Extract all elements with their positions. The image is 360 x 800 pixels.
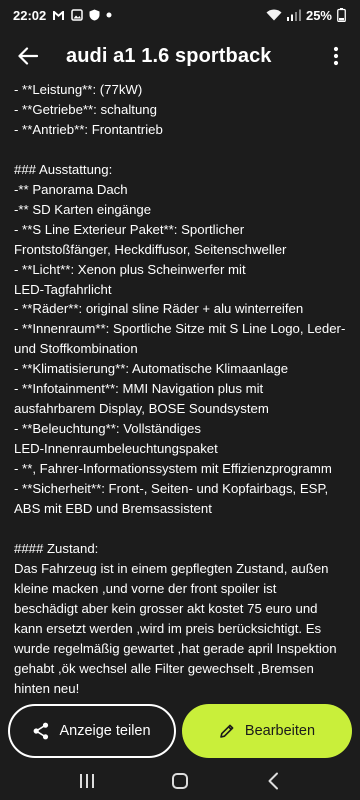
- home-button[interactable]: [160, 766, 200, 796]
- image-icon: [71, 9, 83, 21]
- description-line: - **Sicherheit**: Front-, Seiten- und Ko…: [14, 481, 329, 497]
- system-nav-bar: [0, 762, 360, 800]
- description-line: -** SD Karten eingänge: [14, 201, 152, 217]
- edit-button-label: Bearbeiten: [244, 723, 316, 739]
- more-options-button[interactable]: [324, 44, 348, 68]
- gmail-icon: [52, 10, 65, 21]
- description-line: wurde regelmäßig gewartet ,hat gerade ap…: [14, 640, 337, 656]
- description-line: ### Ausstattung:: [14, 161, 113, 177]
- wifi-icon: [266, 9, 282, 21]
- share-listing-button[interactable]: Anzeige teilen: [8, 704, 176, 758]
- status-left: 22:02: [13, 8, 112, 23]
- recents-button[interactable]: [67, 766, 107, 796]
- description-line: - **Licht**: Xenon plus Scheinwerfer mit: [14, 261, 246, 277]
- status-bar: 22:02 25%: [0, 0, 360, 30]
- arrow-left-icon: [18, 47, 38, 65]
- description-content: - **Leistung**: (77kW) - **Getriebe**: sc…: [0, 80, 360, 700]
- description-line: hinten neu!: [14, 680, 80, 696]
- description-line: ABS mit EBD und Bremsassistent: [14, 501, 212, 516]
- description-line: kleine macken ,und vorne der front spoil…: [14, 580, 277, 596]
- description-line: Das Fahrzeug ist in einem gepflegten Zus…: [14, 560, 329, 576]
- description-line: #### Zustand:: [14, 540, 99, 556]
- description-line: - **S Line Exterieur Paket**: Sportliche…: [14, 221, 245, 237]
- description-line: - **Infotainment**: MMI Navigation plus …: [14, 381, 264, 397]
- description-line: kann ersetzt werden ,wird im preis berüc…: [14, 620, 322, 636]
- battery-icon: [337, 8, 346, 22]
- description-line: - **Innenraum**: Sportliche Sitze mit S …: [14, 321, 346, 337]
- shield-icon: [89, 9, 100, 21]
- description-line: Frontstoßfänger, Heckdiffusor, Seitensch…: [14, 241, 287, 257]
- description-line: und Stoffkombination: [14, 341, 138, 357]
- description-line: - **, Fahrer-Informationssystem mit Effi…: [14, 461, 332, 477]
- description-line: beschädigt aber kein grosser akt kostet …: [14, 600, 318, 616]
- edit-button[interactable]: Bearbeiten: [182, 704, 352, 758]
- back-icon: [268, 772, 279, 790]
- description-line: - **Getriebe**: schaltung: [14, 101, 157, 117]
- signal-icon: [286, 9, 301, 21]
- share-button-label: Anzeige teilen: [59, 723, 151, 739]
- back-button[interactable]: [16, 44, 40, 68]
- more-vertical-icon: [333, 46, 339, 66]
- description-line: - **Beleuchtung**: Vollständiges: [14, 421, 201, 437]
- share-icon: [34, 722, 49, 740]
- description-line: LED-Innenraumbeleuchtungspaket: [14, 441, 218, 457]
- description-line: - **Antrieb**: Frontantrieb: [14, 121, 163, 137]
- status-time: 22:02: [13, 7, 47, 23]
- recents-icon: [79, 774, 94, 788]
- app-header: audi a1 1.6 sportback: [0, 30, 360, 82]
- description-line: - **Klimatisierung**: Automatische Klima…: [14, 361, 289, 377]
- dot-icon: [106, 12, 112, 18]
- description-line: LED-Tagfahrlicht: [14, 281, 112, 297]
- description-line: ausfahrbarem Display, BOSE Soundsystem: [14, 401, 269, 417]
- home-icon: [171, 773, 188, 789]
- action-bar: Anzeige teilen Bearbeiten: [0, 700, 360, 762]
- screen: 22:02 25% audi a1 1.6 sportback - **Leis…: [0, 0, 360, 800]
- description-line: - **Leistung**: (77kW): [14, 82, 143, 97]
- description-line: -** Panorama Dach: [14, 181, 128, 197]
- description-line: - **Räder**: original sline Räder + alu …: [14, 301, 304, 317]
- status-right: 25%: [266, 8, 346, 23]
- pencil-icon: [220, 724, 234, 738]
- page-title: audi a1 1.6 sportback: [66, 44, 272, 67]
- nav-back-button[interactable]: [253, 766, 293, 796]
- description-line: gehabt ,ök wechsel alle Filter gewechsel…: [14, 660, 314, 676]
- battery-percent: 25%: [305, 7, 332, 23]
